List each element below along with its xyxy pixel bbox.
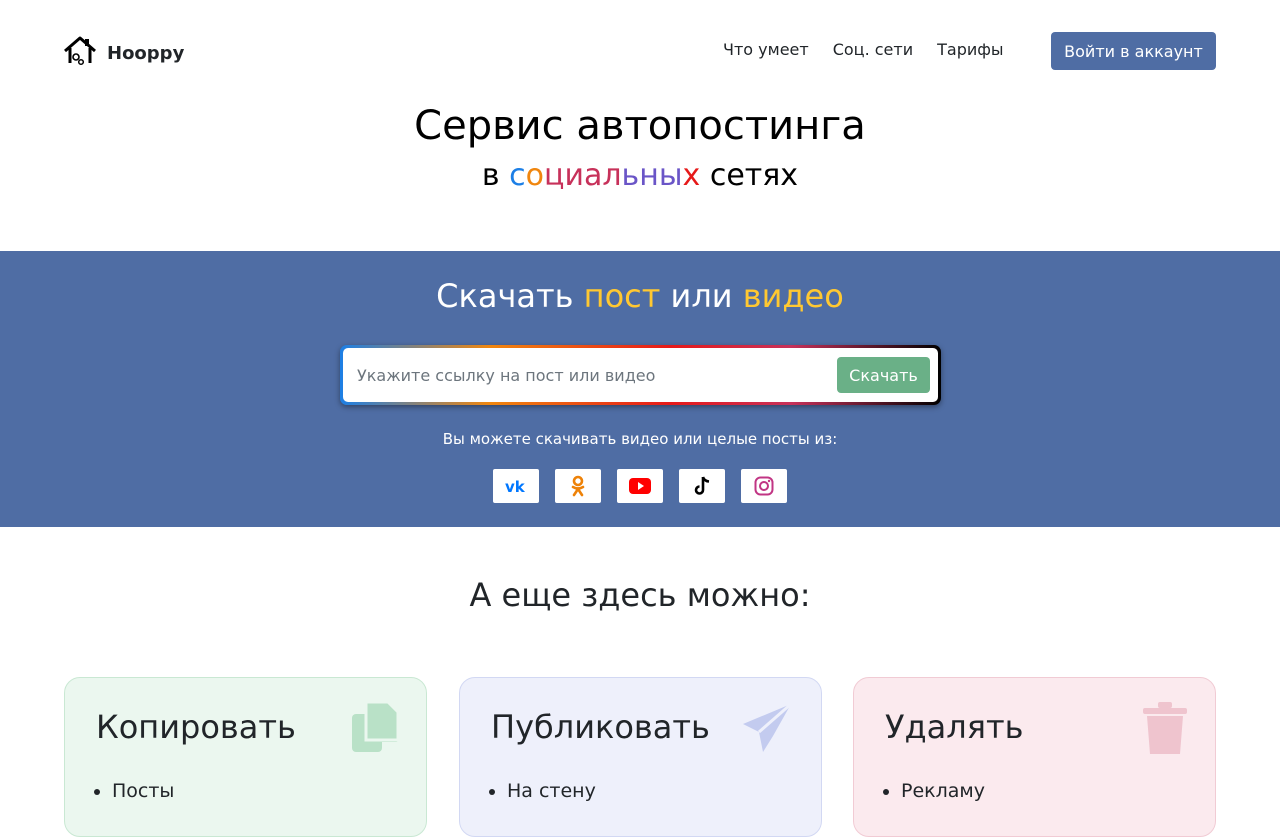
vk-icon[interactable]: vk — [493, 469, 539, 503]
letter: ь — [621, 158, 640, 193]
navbar: Hooppy Что умеет Соц. сети Тарифы Войти … — [0, 0, 1280, 100]
page-subtitle: в социальных сетях — [0, 152, 1280, 200]
download-title-word: пост — [583, 277, 661, 315]
house-gears-icon — [63, 35, 97, 71]
download-title-word: или — [670, 277, 733, 315]
youtube-icon[interactable] — [617, 469, 663, 503]
download-title-word: Скачать — [436, 277, 574, 315]
trash-icon — [1143, 702, 1187, 758]
url-input[interactable] — [357, 360, 827, 390]
feature-card-delete[interactable]: Удалять Рекламу — [853, 677, 1216, 837]
social-list: vk — [493, 469, 787, 503]
card-list: Посты — [112, 780, 174, 802]
download-title-word: видео — [742, 277, 844, 315]
instagram-icon[interactable] — [741, 469, 787, 503]
copy-icon — [352, 700, 400, 758]
odnoklassniki-icon[interactable] — [555, 469, 601, 503]
page-title: Сервис автопостинга — [414, 103, 866, 149]
subtitle-suffix: сетях — [709, 158, 799, 193]
nav-link-social[interactable]: Соц. сети — [833, 40, 913, 59]
download-button[interactable]: Скачать — [837, 357, 930, 393]
list-item: Рекламу — [901, 780, 985, 802]
letter: и — [564, 158, 584, 193]
letter: х — [682, 158, 701, 193]
letter: а — [583, 158, 603, 193]
download-form: Скачать — [340, 345, 941, 405]
letter: ы — [658, 158, 683, 193]
letter: л — [602, 158, 622, 193]
paper-plane-icon — [741, 702, 793, 758]
card-title: Удалять — [885, 708, 1024, 746]
brand-name: Hooppy — [107, 42, 185, 64]
feature-card-publish[interactable]: Публиковать На стену — [459, 677, 822, 837]
letter: ц — [544, 158, 565, 193]
letter: н — [639, 158, 659, 193]
svg-text:vk: vk — [505, 478, 526, 494]
letter: о — [525, 158, 545, 193]
nav-link-features[interactable]: Что умеет — [723, 40, 809, 59]
tiktok-icon[interactable] — [679, 469, 725, 503]
card-list: На стену — [507, 780, 596, 802]
list-item: Посты — [112, 780, 174, 802]
hero: Сервис автопостинга в социальных сетях — [0, 100, 1280, 200]
card-title: Публиковать — [491, 708, 710, 746]
card-title: Копировать — [96, 708, 296, 746]
subtitle-colored: социальных — [509, 158, 700, 193]
list-item: На стену — [507, 780, 596, 802]
nav-link-pricing[interactable]: Тарифы — [937, 40, 1003, 59]
main-nav: Что умеет Соц. сети Тарифы — [723, 40, 1004, 59]
login-button[interactable]: Войти в аккаунт — [1051, 32, 1216, 70]
card-list: Рекламу — [901, 780, 985, 802]
subtitle-prefix: в — [481, 158, 500, 193]
letter: с — [509, 158, 526, 193]
download-title: Скачать пост или видео — [0, 276, 1280, 316]
features-title: А еще здесь можно: — [469, 576, 811, 614]
brand-logo[interactable]: Hooppy — [63, 35, 184, 71]
feature-card-copy[interactable]: Копировать Посты — [64, 677, 427, 837]
supported-sources-hint: Вы можете скачивать видео или целые пост… — [442, 430, 838, 448]
download-form-inner: Скачать — [343, 348, 938, 402]
